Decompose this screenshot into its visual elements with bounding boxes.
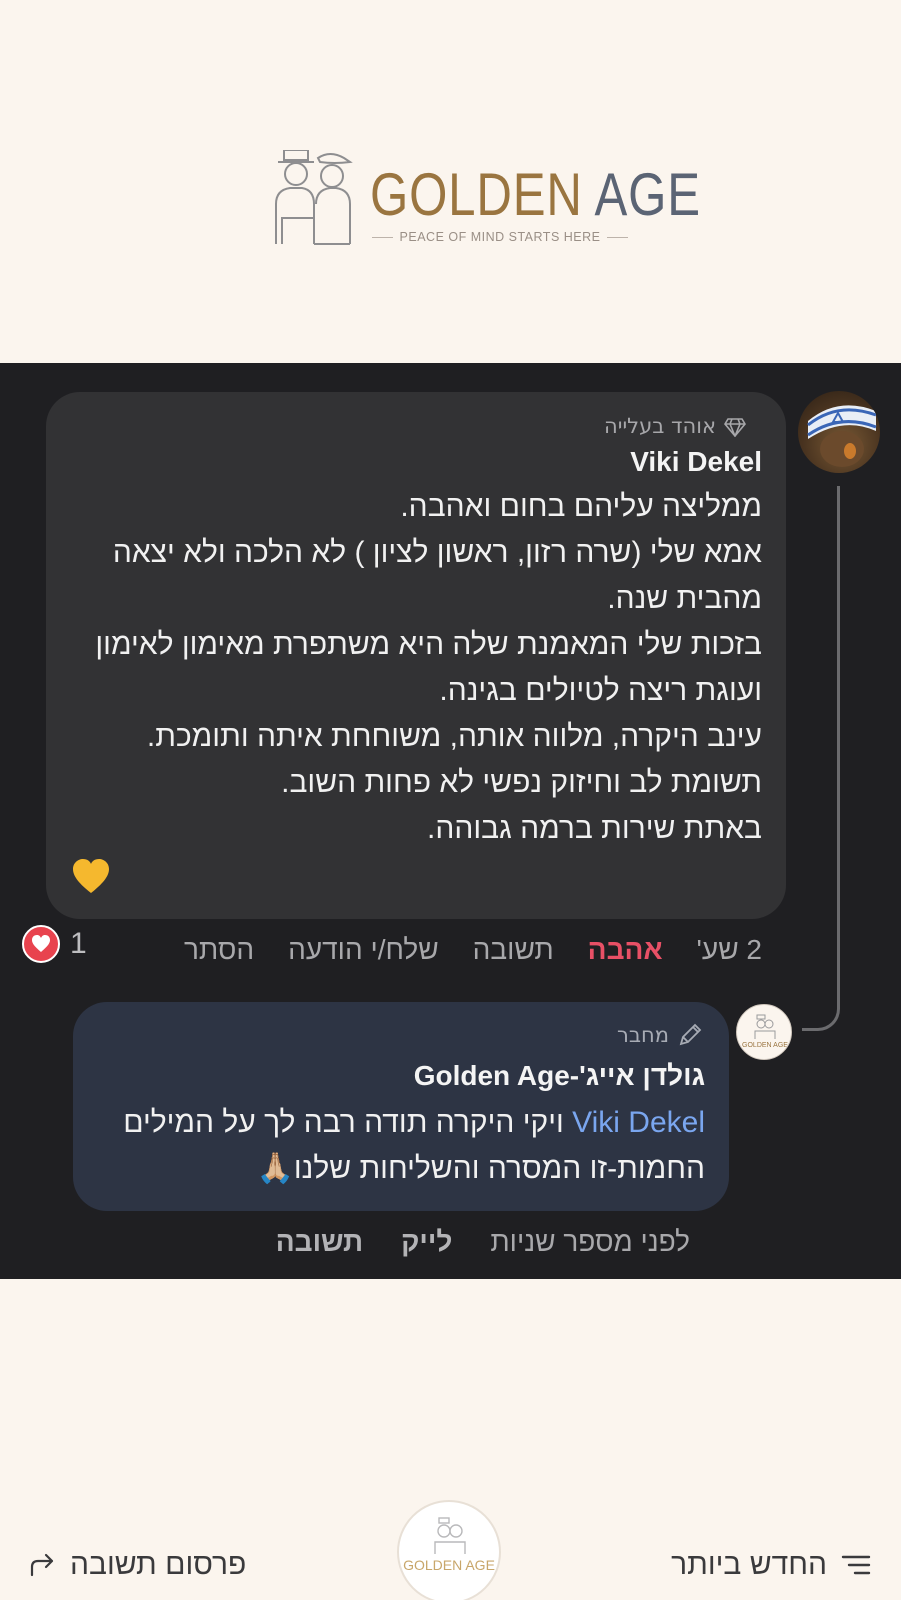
svg-text:GOLDEN AGE: GOLDEN AGE xyxy=(403,1557,495,1573)
diamond-icon xyxy=(724,418,746,437)
flag-avatar-icon xyxy=(807,405,877,467)
love-button[interactable]: אהבה xyxy=(588,934,663,966)
avatar[interactable] xyxy=(798,391,880,473)
hide-button[interactable]: הסתר xyxy=(184,934,254,966)
couple-logo-icon xyxy=(275,150,353,245)
sort-icon xyxy=(841,1555,871,1575)
sort-newest-button[interactable]: החדש ביותר xyxy=(671,1548,871,1582)
post-reply-label: פרסום תשובה xyxy=(70,1548,247,1581)
sort-label: החדש ביותר xyxy=(671,1548,827,1581)
reply-button[interactable]: תשובה xyxy=(276,1226,363,1258)
comment-line: בזכות שלי המאמנת שלה היא משתפרת מאימון ל… xyxy=(95,628,762,707)
brand-tagline: PEACE OF MIND STARTS HERE xyxy=(372,230,629,244)
brand-name: GOLDEN AGE xyxy=(370,165,701,225)
comment-line: אמא שלי (שרה רזון, ראשון לציון ) לא הלכה… xyxy=(112,536,762,615)
brand-word-golden: GOLDEN xyxy=(370,161,583,228)
thread-connector xyxy=(802,486,840,1031)
reply-author[interactable]: גולדן אייג'-Golden Age xyxy=(414,1060,705,1092)
comment-time: 2 שע' xyxy=(696,934,762,965)
comment-line: עינב היקרה, מלווה אותה, משוחחת איתה ותומ… xyxy=(146,720,762,753)
brand-header: GOLDEN AGE PEACE OF MIND STARTS HERE xyxy=(0,0,901,363)
badge-label: אוהד בעלייה xyxy=(604,414,716,438)
reply-bubble: מחבר גולדן אייג'-Golden Age Viki Dekel ו… xyxy=(73,1002,729,1211)
brand-word-age: AGE xyxy=(594,161,701,228)
reply-button[interactable]: תשובה xyxy=(473,934,554,966)
heart-icon xyxy=(22,925,60,963)
post-reply-button[interactable]: פרסום תשובה xyxy=(28,1548,246,1582)
comment-line: באתת שירות ברמה גבוהה. xyxy=(427,812,762,845)
golden-age-logo-icon: GOLDEN AGE xyxy=(403,1517,495,1573)
mention-link[interactable]: Viki Dekel xyxy=(572,1106,705,1139)
comment-actions: 2 שע' אהבה תשובה שלח/י הודעה הסתר xyxy=(184,930,762,970)
reply-text: Viki Dekel ויקי היקרה תודה רבה לך על המי… xyxy=(85,1100,705,1192)
send-message-button[interactable]: שלח/י הודעה xyxy=(288,934,439,966)
reply-time: לפני מספר שניות xyxy=(490,1226,690,1257)
like-button[interactable]: לייק xyxy=(401,1226,452,1258)
svg-text:GOLDEN AGE: GOLDEN AGE xyxy=(742,1042,788,1049)
comment-line: תשומת לב וחיזוק נפשי לא פחות השוב. xyxy=(281,766,762,799)
top-fan-badge: אוהד בעלייה xyxy=(604,414,746,438)
comment-text: ממליצה עליהם בחום ואהבה. אמא שלי (שרה רז… xyxy=(62,484,762,852)
yellow-heart-icon xyxy=(73,859,109,893)
comment-line: ממליצה עליהם בחום ואהבה. xyxy=(400,490,762,523)
pencil-icon xyxy=(679,1023,702,1046)
center-logo: GOLDEN AGE xyxy=(397,1500,501,1600)
reply-actions: לפני מספר שניות לייק תשובה xyxy=(276,1222,690,1262)
page-avatar[interactable]: GOLDEN AGE xyxy=(736,1004,792,1060)
share-arrow-icon xyxy=(30,1553,54,1577)
comment-author[interactable]: Viki Dekel xyxy=(630,446,762,478)
reaction-summary[interactable]: 1 xyxy=(22,925,87,963)
badge-label: מחבר xyxy=(617,1023,669,1047)
reaction-count: 1 xyxy=(70,927,87,960)
tagline-text: PEACE OF MIND STARTS HERE xyxy=(399,230,601,244)
comment-bubble: אוהד בעלייה Viki Dekel ממליצה עליהם בחום… xyxy=(46,392,786,919)
author-badge: מחבר xyxy=(617,1022,703,1048)
golden-age-logo-icon: GOLDEN AGE xyxy=(742,1014,788,1049)
